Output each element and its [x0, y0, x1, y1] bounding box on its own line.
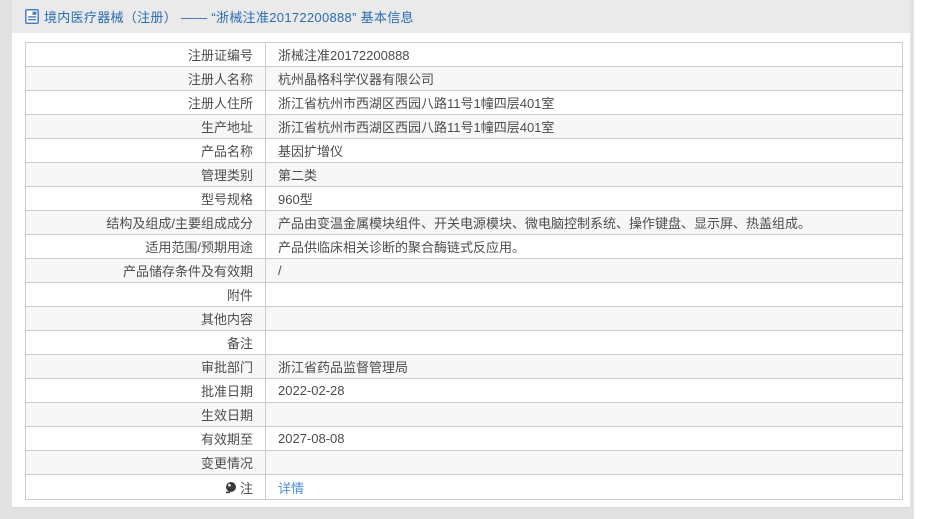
row-value: [266, 451, 902, 474]
table-row: 注册人住所 浙江省杭州市西湖区西园八路11号1幢四层401室: [26, 91, 902, 115]
content-panel: 注册证编号 浙械注准20172200888 注册人名称 杭州晶格科学仪器有限公司 注册人…: [12, 33, 910, 508]
row-label-text: 注册证编号: [187, 48, 253, 63]
row-label: 型号规格: [26, 187, 266, 210]
row-label-text: 批准日期: [200, 384, 253, 399]
row-value: 产品供临床相关诊断的聚合酶链式反应用。: [266, 235, 902, 258]
info-table: 注册证编号 浙械注准20172200888 注册人名称 杭州晶格科学仪器有限公司 注册人…: [25, 42, 903, 500]
row-value-text: 960型: [278, 192, 313, 207]
row-label: 批准日期: [26, 379, 266, 402]
row-label-text: 产品储存条件及有效期: [122, 264, 253, 279]
document-icon: [25, 9, 39, 24]
table-row: 产品名称 基因扩增仪: [26, 139, 902, 163]
row-value-text: 2022-02-28: [278, 383, 345, 398]
row-label-text: 审批部门: [200, 360, 253, 375]
row-label-text: 其他内容: [200, 312, 253, 327]
note-icon: [225, 481, 236, 493]
row-label: 适用范围/预期用途: [26, 235, 266, 258]
row-label-text: 管理类别: [200, 168, 253, 183]
table-row: 型号规格 960型: [26, 187, 902, 211]
row-value: 杭州晶格科学仪器有限公司: [266, 67, 902, 90]
table-row: 产品储存条件及有效期 /: [26, 259, 902, 283]
table-row: 注 详情: [26, 475, 902, 499]
table-row: 生效日期: [26, 403, 902, 427]
row-label-text: 生产地址: [200, 120, 253, 135]
row-value-text: 基因扩增仪: [278, 144, 344, 159]
row-value-text: 浙械注准20172200888: [278, 48, 410, 63]
breadcrumb-header: 境内医疗器械（注册） —— “浙械注准20172200888” 基本信息: [12, 0, 910, 33]
row-value: [266, 307, 902, 330]
row-label-text: 型号规格: [200, 192, 253, 207]
table-row: 生产地址 浙江省杭州市西湖区西园八路11号1幢四层401室: [26, 115, 902, 139]
row-value: 960型: [266, 187, 902, 210]
row-label: 注: [26, 475, 266, 499]
row-value: 2027-08-08: [266, 427, 902, 450]
row-value-text: 浙江省药品监督管理局: [278, 360, 409, 375]
row-value: [266, 331, 902, 354]
row-value: 详情: [266, 475, 902, 499]
row-label: 附件: [26, 283, 266, 306]
row-label-text: 适用范围/预期用途: [145, 240, 253, 255]
table-row: 结构及组成/主要组成成分 产品由变温金属模块组件、开关电源模块、微电脑控制系统、操…: [26, 211, 902, 235]
row-label: 变更情况: [26, 451, 266, 474]
table-row: 有效期至 2027-08-08: [26, 427, 902, 451]
details-link[interactable]: 详情: [278, 478, 304, 497]
table-row: 其他内容: [26, 307, 902, 331]
table-row: 审批部门 浙江省药品监督管理局: [26, 355, 902, 379]
row-label: 其他内容: [26, 307, 266, 330]
row-label: 产品储存条件及有效期: [26, 259, 266, 282]
row-label-text: 注: [239, 480, 253, 496]
row-value-text: 浙江省杭州市西湖区西园八路11号1幢四层401室: [278, 96, 555, 111]
row-label: 注册人名称: [26, 67, 266, 90]
row-label: 有效期至: [26, 427, 266, 450]
table-row: 适用范围/预期用途 产品供临床相关诊断的聚合酶链式反应用。: [26, 235, 902, 259]
table-row: 附件: [26, 283, 902, 307]
row-label: 生效日期: [26, 403, 266, 426]
row-value-text: 产品供临床相关诊断的聚合酶链式反应用。: [278, 240, 526, 255]
row-label-text: 附件: [226, 288, 253, 303]
row-label-text: 变更情况: [200, 456, 253, 471]
row-value: 2022-02-28: [266, 379, 902, 402]
row-label: 生产地址: [26, 115, 266, 138]
row-value: 浙江省药品监督管理局: [266, 355, 902, 378]
table-row: 注册人名称 杭州晶格科学仪器有限公司: [26, 67, 902, 91]
page-background: 境内医疗器械（注册） —— “浙械注准20172200888” 基本信息 注册证…: [0, 0, 914, 519]
row-label-text: 备注: [226, 336, 253, 351]
table-row: 注册证编号 浙械注准20172200888: [26, 43, 902, 67]
row-label: 结构及组成/主要组成成分: [26, 211, 266, 234]
row-value: /: [266, 259, 902, 282]
table-row: 变更情况: [26, 451, 902, 475]
row-value-text: 2027-08-08: [278, 431, 345, 446]
row-value: 浙械注准20172200888: [266, 43, 902, 66]
row-label-text: 注册人名称: [187, 72, 253, 87]
row-value: 基因扩增仪: [266, 139, 902, 162]
row-label: 备注: [26, 331, 266, 354]
row-value: 产品由变温金属模块组件、开关电源模块、微电脑控制系统、操作键盘、显示屏、热盖组成…: [266, 211, 902, 234]
table-row: 备注: [26, 331, 902, 355]
row-value: 第二类: [266, 163, 902, 186]
row-value: 浙江省杭州市西湖区西园八路11号1幢四层401室: [266, 91, 902, 114]
row-label-text: 结构及组成/主要组成成分: [106, 216, 253, 231]
table-row: 批准日期 2022-02-28: [26, 379, 902, 403]
row-value: [266, 283, 902, 306]
row-label-text: 注册人住所: [187, 96, 253, 111]
row-value-text: /: [278, 263, 282, 278]
row-label-text: 有效期至: [200, 432, 253, 447]
row-value-text: 产品由变温金属模块组件、开关电源模块、微电脑控制系统、操作键盘、显示屏、热盖组成…: [278, 216, 812, 231]
row-label-text: 产品名称: [200, 144, 253, 159]
row-label: 产品名称: [26, 139, 266, 162]
row-label: 注册人住所: [26, 91, 266, 114]
row-value-text: 浙江省杭州市西湖区西园八路11号1幢四层401室: [278, 120, 555, 135]
row-label: 审批部门: [26, 355, 266, 378]
table-row: 管理类别 第二类: [26, 163, 902, 187]
row-label-text: 生效日期: [200, 408, 253, 423]
row-value-text: 杭州晶格科学仪器有限公司: [278, 72, 435, 87]
row-label: 注册证编号: [26, 43, 266, 66]
row-label: 管理类别: [26, 163, 266, 186]
page-title: 境内医疗器械（注册） —— “浙械注准20172200888” 基本信息: [44, 10, 414, 25]
row-value-text: 第二类: [278, 168, 318, 183]
row-value: 浙江省杭州市西湖区西园八路11号1幢四层401室: [266, 115, 902, 138]
row-value: [266, 403, 902, 426]
